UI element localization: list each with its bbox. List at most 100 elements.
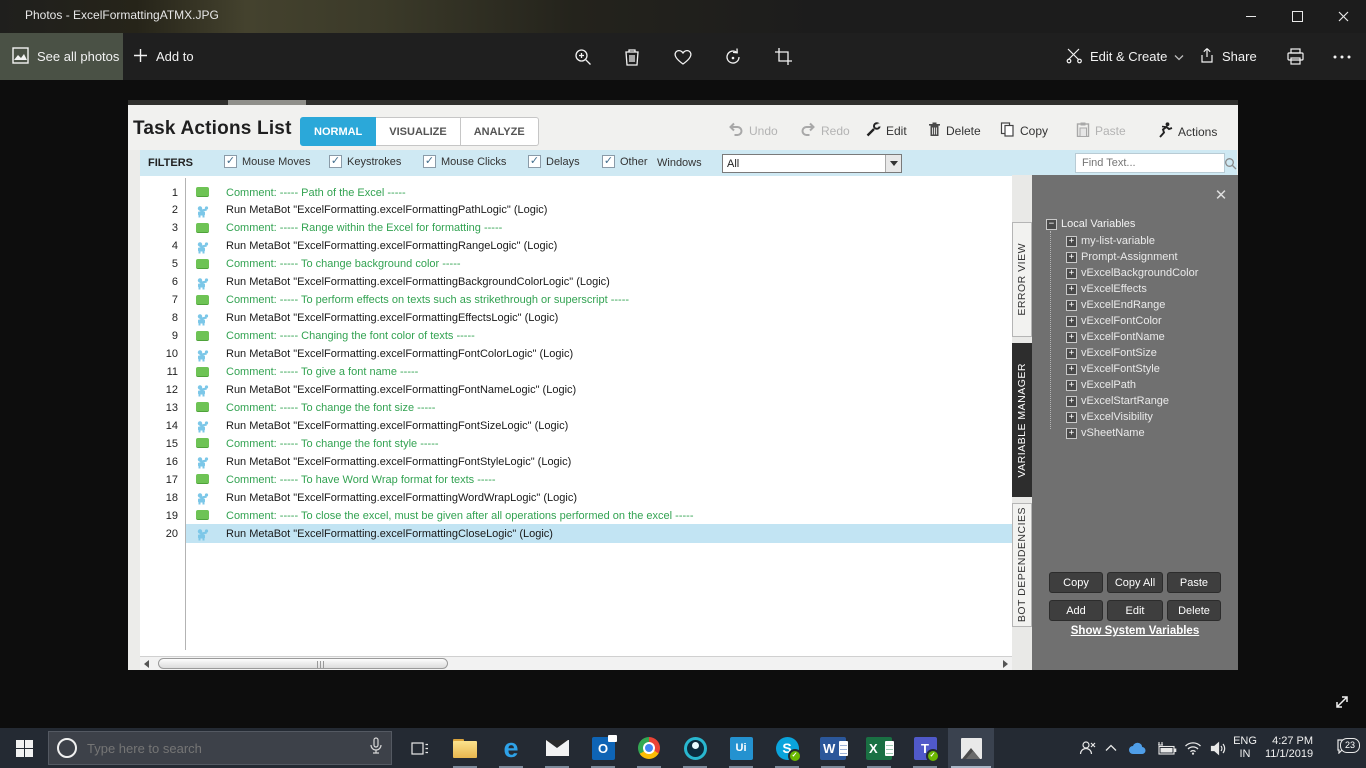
close-button[interactable] [1320,0,1366,33]
taskbar-app-file-explorer[interactable] [442,728,488,768]
delete-button[interactable]: Delete [928,122,981,140]
taskbar-search-input[interactable] [85,740,361,757]
expand-icon[interactable]: + [1066,412,1077,423]
taskbar-app-outlook[interactable]: O [580,728,626,768]
copy-button[interactable]: Copy [1000,122,1048,140]
actions-button[interactable]: Actions [1158,122,1217,141]
taskbar-app-word[interactable]: W [810,728,856,768]
clock[interactable]: 4:27 PM11/1/2019 [1258,728,1320,768]
variable-item[interactable]: +vExcelEffects [1066,283,1147,295]
checkbox-delays[interactable]: ✓ [528,155,541,168]
action-row[interactable]: 1Comment: ----- Path of the Excel ----- [140,184,1012,201]
microphone-icon[interactable] [369,737,383,760]
action-row[interactable]: 13Comment: ----- To change the font size… [140,399,1012,416]
variable-item[interactable]: +my-list-variable [1066,235,1155,247]
delete-icon[interactable] [615,33,649,80]
language-indicator[interactable]: ENGIN [1228,728,1262,768]
tab-normal[interactable]: NORMAL [300,117,376,146]
checkbox-mouse-clicks[interactable]: ✓ [423,155,436,168]
side-tab-error-view[interactable]: ERROR VIEW [1012,222,1032,337]
action-row[interactable]: 19Comment: ----- To close the excel, mus… [140,507,1012,524]
checkbox-keystrokes[interactable]: ✓ [329,155,342,168]
variables-copy-button[interactable]: Copy [1049,572,1103,593]
search-icon[interactable] [1224,157,1238,170]
panel-close-icon[interactable]: ✕ [1212,187,1230,205]
expand-icon[interactable]: + [1066,268,1077,279]
wifi-icon[interactable] [1180,728,1206,768]
action-row[interactable]: 8Run MetaBot "ExcelFormatting.excelForma… [140,310,1012,327]
minimize-button[interactable] [1228,0,1274,33]
tab-visualize[interactable]: VISUALIZE [376,117,460,146]
action-row[interactable]: 9Comment: ----- Changing the font color … [140,328,1012,345]
collapse-icon[interactable]: − [1046,219,1057,230]
edit-button[interactable]: Edit [866,122,907,140]
variables-edit-button[interactable]: Edit [1107,600,1163,621]
zoom-icon[interactable] [566,33,600,80]
variables-copy-all-button[interactable]: Copy All [1107,572,1163,593]
action-row[interactable]: 14Run MetaBot "ExcelFormatting.excelForm… [140,417,1012,434]
people-icon[interactable] [1072,728,1102,768]
expand-icon[interactable]: + [1066,252,1077,263]
action-row[interactable]: 4Run MetaBot "ExcelFormatting.excelForma… [140,238,1012,255]
expand-icon[interactable]: + [1066,348,1077,359]
checkbox-mouse-moves[interactable]: ✓ [224,155,237,168]
action-row[interactable]: 3Comment: ----- Range within the Excel f… [140,220,1012,237]
expand-icon[interactable]: + [1066,396,1077,407]
action-row[interactable]: 15Comment: ----- To change the font styl… [140,435,1012,452]
battery-icon[interactable] [1152,728,1180,768]
taskbar-app-automation-anywhere-client[interactable] [672,728,718,768]
taskbar-app-mail[interactable] [534,728,580,768]
fullscreen-toggle-icon[interactable] [1330,690,1354,719]
checkbox-other[interactable]: ✓ [602,155,615,168]
task-view-icon[interactable] [400,728,440,768]
variable-item[interactable]: +vExcelEndRange [1066,299,1165,311]
variable-item[interactable]: +vExcelFontStyle [1066,363,1160,375]
expand-icon[interactable]: + [1066,316,1077,327]
find-text-input[interactable] [1076,157,1224,169]
taskbar-app-teams[interactable]: T✓ [902,728,948,768]
see-all-photos-button[interactable]: See all photos [0,33,123,80]
variable-item[interactable]: +vExcelFontSize [1066,347,1157,359]
start-button[interactable] [0,728,48,768]
expand-icon[interactable]: + [1066,380,1077,391]
action-row[interactable]: 10Run MetaBot "ExcelFormatting.excelForm… [140,346,1012,363]
windows-dropdown[interactable]: All [722,154,902,173]
action-row[interactable]: 12Run MetaBot "ExcelFormatting.excelForm… [140,381,1012,398]
tab-analyze[interactable]: ANALYZE [461,117,539,146]
scroll-right-icon[interactable] [1001,659,1010,668]
horizontal-scrollbar[interactable] [140,656,1012,670]
maximize-button[interactable] [1274,0,1320,33]
print-icon[interactable] [1278,33,1312,80]
action-row[interactable]: 18Run MetaBot "ExcelFormatting.excelForm… [140,489,1012,506]
taskbar-app-photos[interactable] [948,728,994,768]
action-row[interactable]: 17Comment: ----- To have Word Wrap forma… [140,471,1012,488]
show-system-variables-link[interactable]: Show System Variables [1032,625,1238,637]
tray-chevron-up-icon[interactable] [1100,728,1122,768]
action-row[interactable]: 7Comment: ----- To perform effects on te… [140,292,1012,309]
variable-item[interactable]: +vExcelFontColor [1066,315,1162,327]
taskbar-app-edge[interactable]: e [488,728,534,768]
expand-icon[interactable]: + [1066,428,1077,439]
rotate-icon[interactable] [716,33,750,80]
taskbar-app-skype[interactable]: S✓ [764,728,810,768]
taskbar-app-excel[interactable]: X [856,728,902,768]
variable-item[interactable]: +vExcelVisibility [1066,411,1153,423]
variable-item[interactable]: +vExcelFontName [1066,331,1165,343]
variables-tree-root[interactable]: − Local Variables [1046,218,1135,230]
scrollbar-thumb[interactable] [158,658,448,669]
add-to-button[interactable]: Add to [133,33,194,80]
action-row[interactable]: 2Run MetaBot "ExcelFormatting.excelForma… [140,202,1012,219]
photo-image-aa-task-actions[interactable]: Task Actions List NORMALVISUALIZEANALYZE… [128,100,1238,670]
scroll-left-icon[interactable] [142,659,151,668]
variable-item[interactable]: +vSheetName [1066,427,1145,439]
action-row[interactable]: 11Comment: ----- To give a font name ---… [140,364,1012,381]
share-button[interactable]: Share [1198,33,1257,80]
expand-icon[interactable]: + [1066,236,1077,247]
variables-paste-button[interactable]: Paste [1167,572,1221,593]
variable-item[interactable]: +vExcelPath [1066,379,1136,391]
expand-icon[interactable]: + [1066,284,1077,295]
taskbar-app-chrome[interactable] [626,728,672,768]
side-tab-bot-dependencies[interactable]: BOT DEPENDENCIES [1012,503,1032,627]
expand-icon[interactable]: + [1066,332,1077,343]
variables-delete-button[interactable]: Delete [1167,600,1221,621]
